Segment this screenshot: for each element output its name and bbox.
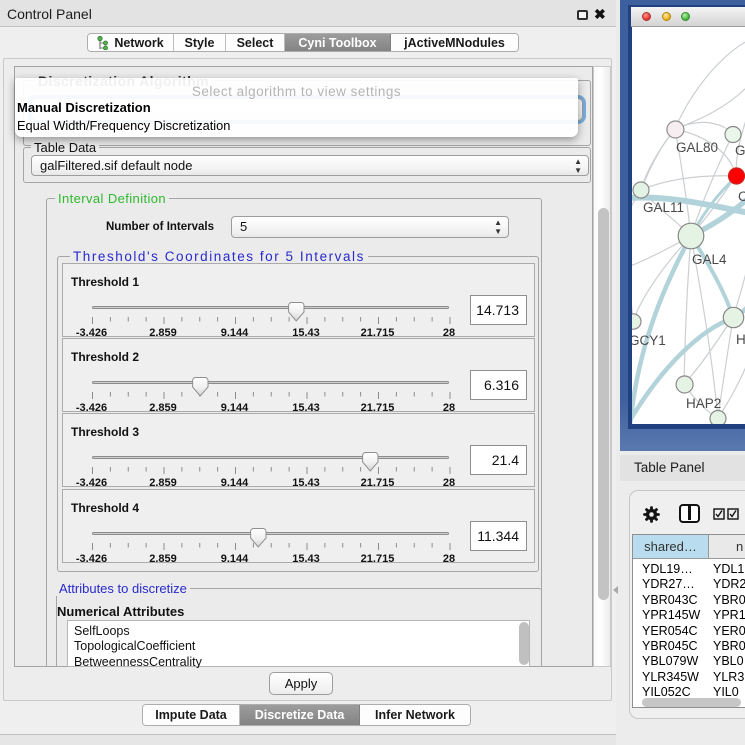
svg-text:C: C: [738, 189, 745, 204]
svg-text:GAL80: GAL80: [676, 140, 718, 155]
svg-text:H: H: [736, 332, 745, 347]
svg-text:GA: GA: [735, 143, 745, 158]
svg-text:GAL4: GAL4: [692, 252, 727, 267]
svg-text:GCY1: GCY1: [632, 333, 666, 348]
svg-text:HAP2: HAP2: [686, 396, 721, 411]
svg-text:GAL11: GAL11: [643, 200, 684, 215]
